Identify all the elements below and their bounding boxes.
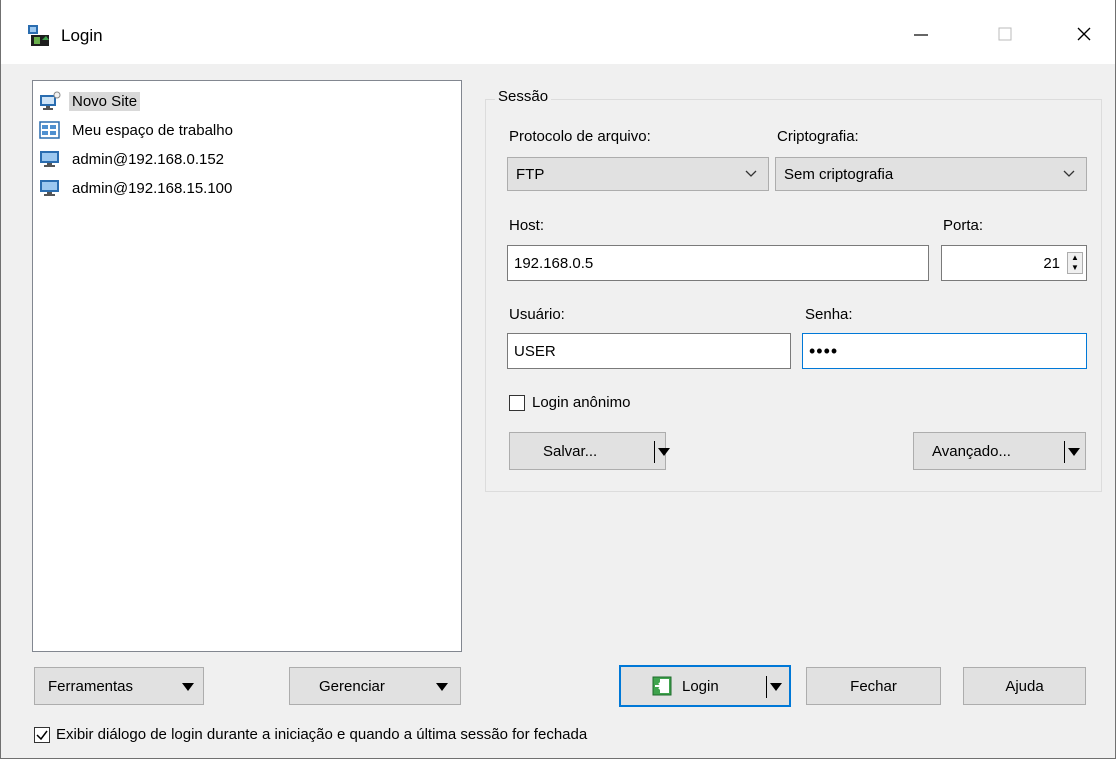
manage-button-label: Gerenciar [319, 678, 385, 695]
encryption-label: Criptografia: [777, 128, 859, 145]
port-spinner[interactable]: ▲ ▼ [1067, 252, 1083, 274]
port-input[interactable]: 21 ▲ ▼ [941, 245, 1087, 281]
close-dialog-button[interactable]: Fechar [806, 667, 941, 705]
site-item-admin-192-168-15-100[interactable]: admin@192.168.15.100 [39, 176, 235, 200]
title-bar[interactable]: Login [1, 0, 1115, 64]
host-input[interactable]: 192.168.0.5 [507, 245, 929, 281]
site-item-label: admin@192.168.15.100 [72, 179, 233, 197]
site-item-workspace[interactable]: Meu espaço de trabalho [39, 118, 236, 142]
minimize-icon [914, 34, 928, 36]
minimize-button[interactable] [898, 16, 944, 52]
new-site-icon [39, 91, 61, 111]
tools-dropdown-icon [182, 683, 194, 691]
user-value: USER [514, 342, 556, 360]
save-button-label: Salvar... [543, 443, 598, 460]
checkmark-icon [36, 730, 48, 741]
maximize-button[interactable] [982, 16, 1028, 52]
app-logo-icon [27, 24, 53, 48]
encryption-value: Sem criptografia [784, 165, 894, 183]
show-login-dialog-label: Exibir diálogo de login durante a inicia… [56, 726, 588, 743]
login-dialog: Login Novo Site Meu espaço de trabalho a… [0, 0, 1116, 759]
login-button-label: Login [682, 678, 719, 695]
anonymous-login-checkbox[interactable] [509, 395, 525, 411]
login-button[interactable]: Login [619, 665, 791, 707]
site-tree[interactable]: Novo Site Meu espaço de trabalho admin@1… [32, 80, 462, 652]
host-label: Host: [509, 217, 545, 234]
password-input[interactable]: •••• [802, 333, 1087, 369]
tools-button-label: Ferramentas [48, 678, 134, 695]
site-item-label: Novo Site [69, 91, 141, 111]
maximize-icon [998, 27, 1012, 41]
session-group-title: Sessão [495, 88, 552, 105]
workspace-icon [39, 120, 61, 140]
close-button[interactable] [1061, 16, 1107, 52]
password-value: •••• [809, 340, 839, 361]
spin-up-icon[interactable]: ▲ [1068, 253, 1082, 263]
tools-button[interactable]: Ferramentas [34, 667, 204, 705]
advanced-button[interactable]: Avançado... [913, 432, 1086, 470]
advanced-button-label: Avançado... [932, 443, 1011, 460]
login-dropdown-icon[interactable] [770, 683, 782, 691]
login-enter-icon [652, 676, 672, 696]
save-dropdown-icon[interactable] [658, 448, 670, 456]
chevron-down-icon [1063, 170, 1075, 177]
advanced-dropdown-icon[interactable] [1068, 448, 1080, 456]
port-label: Porta: [943, 217, 984, 234]
computer-icon [39, 149, 61, 169]
encryption-select[interactable]: Sem criptografia [775, 157, 1087, 191]
manage-dropdown-icon [436, 683, 448, 691]
anonymous-login-label: Login anônimo [532, 394, 631, 411]
show-login-dialog-checkbox[interactable] [34, 727, 50, 743]
protocol-select[interactable]: FTP [507, 157, 769, 191]
site-item-label: Meu espaço de trabalho [72, 121, 233, 139]
help-button[interactable]: Ajuda [963, 667, 1086, 705]
host-value: 192.168.0.5 [514, 254, 594, 272]
port-value: 21 [1043, 254, 1060, 272]
spin-down-icon[interactable]: ▼ [1068, 263, 1082, 273]
site-item-label: admin@192.168.0.152 [72, 150, 225, 168]
password-label: Senha: [805, 306, 853, 323]
chevron-down-icon [745, 170, 757, 177]
user-input[interactable]: USER [507, 333, 791, 369]
computer-icon [39, 178, 61, 198]
protocol-label: Protocolo de arquivo: [509, 128, 651, 145]
site-item-admin-192-168-0-152[interactable]: admin@192.168.0.152 [39, 147, 227, 171]
site-item-new-site[interactable]: Novo Site [39, 89, 141, 113]
user-label: Usuário: [509, 306, 565, 323]
manage-button[interactable]: Gerenciar [289, 667, 461, 705]
protocol-value: FTP [516, 165, 545, 183]
close-icon [1077, 27, 1091, 41]
help-button-label: Ajuda [1005, 677, 1044, 695]
close-dialog-button-label: Fechar [850, 677, 897, 695]
window-title: Login [61, 26, 103, 45]
save-button[interactable]: Salvar... [509, 432, 670, 470]
